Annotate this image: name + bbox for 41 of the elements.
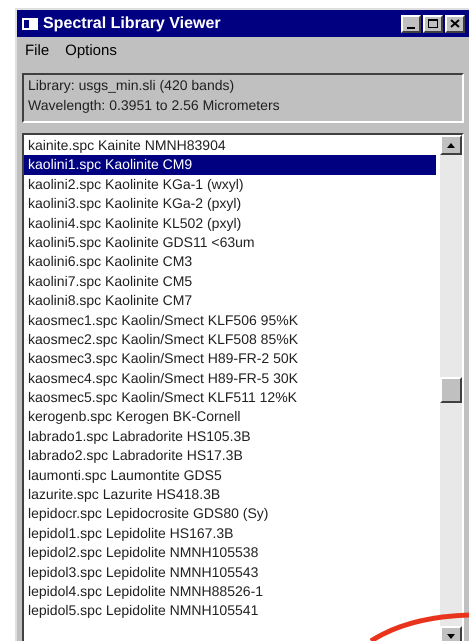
app-icon (21, 16, 39, 32)
list-item[interactable]: kaosmec4.spc Kaolin/Smect H89-FR-5 30K (24, 368, 436, 388)
list-item[interactable]: lepidol4.spc Lepidolite NMNH88526-1 (24, 582, 436, 602)
list-item[interactable]: kaosmec3.spc Kaolin/Smect H89-FR-2 50K (24, 349, 436, 369)
info-text: Library: usgs_min.sli (420 bands) (28, 76, 236, 95)
minimize-button[interactable] (401, 14, 421, 32)
scroll-down-button[interactable] (440, 626, 462, 641)
list-item[interactable]: lepidocr.spc Lepidocrosite GDS80 (Sy) (24, 504, 436, 524)
menu-item[interactable]: Options (65, 40, 117, 62)
maximize-button[interactable] (423, 14, 443, 32)
list-item[interactable]: kaolini1.spc Kaolinite CM9 (24, 155, 436, 175)
down-arrow-icon (447, 634, 455, 638)
close-button[interactable] (445, 14, 465, 32)
list-item[interactable]: kaolini6.spc Kaolinite CM3 (24, 252, 436, 272)
list-item[interactable]: kaosmec1.spc Kaolin/Smect KLF506 95%K (24, 310, 436, 330)
scroll-thumb[interactable] (440, 377, 462, 403)
list-item[interactable]: labrado2.spc Labradorite HS17.3B (24, 446, 436, 466)
list-item[interactable]: kainite.spc Kainite NMNH83904 (24, 136, 436, 156)
list-item[interactable]: labrado1.spc Labradorite HS105.3B (24, 426, 436, 446)
list-item[interactable]: lazurite.spc Lazurite HS418.3B (24, 485, 436, 504)
list-item[interactable]: lepidol1.spc Lepidolite HS167.3B (24, 524, 436, 544)
list-item[interactable]: lepidol3.spc Lepidolite NMNH105543 (24, 562, 436, 582)
window-title: Spectral Library Viewer (43, 14, 221, 34)
list-item[interactable]: lepidol2.spc Lepidolite NMNH105538 (24, 543, 436, 563)
up-arrow-icon (447, 142, 455, 148)
list-item[interactable]: kaolini3.spc Kaolinite KGa-2 (pxyl) (24, 194, 436, 214)
info-text: Wavelength: 0.3951 to 2.56 Micrometers (28, 96, 281, 115)
list-item[interactable]: kaosmec2.spc Kaolin/Smect KLF508 85%K (24, 330, 436, 350)
vertical-scrollbar[interactable] (440, 135, 462, 641)
close-icon (450, 19, 460, 28)
list-item[interactable]: lepidol5.spc Lepidolite NMNH105541 (24, 601, 436, 621)
list-item[interactable]: kaolini5.spc Kaolinite GDS11 <63um (24, 232, 436, 252)
menu-item[interactable]: File (25, 40, 50, 62)
list-item[interactable]: kaolini8.spc Kaolinite CM7 (24, 291, 436, 311)
list-item[interactable]: laumonti.spc Laumontite GDS5 (24, 466, 436, 486)
list-item[interactable]: kaolini2.spc Kaolinite KGa-1 (wxyl) (24, 174, 436, 194)
list-item[interactable]: kerogenb.spc Kerogen BK-Cornell (24, 407, 436, 427)
list-item[interactable]: kaolini7.spc Kaolinite CM5 (24, 272, 436, 292)
list-item[interactable]: kaosmec5.spc Kaolin/Smect KLF511 12%K (24, 388, 436, 408)
list-item[interactable]: kaolini4.spc Kaolinite KL502 (pxyl) (24, 214, 436, 233)
scroll-up-button[interactable] (440, 135, 462, 155)
